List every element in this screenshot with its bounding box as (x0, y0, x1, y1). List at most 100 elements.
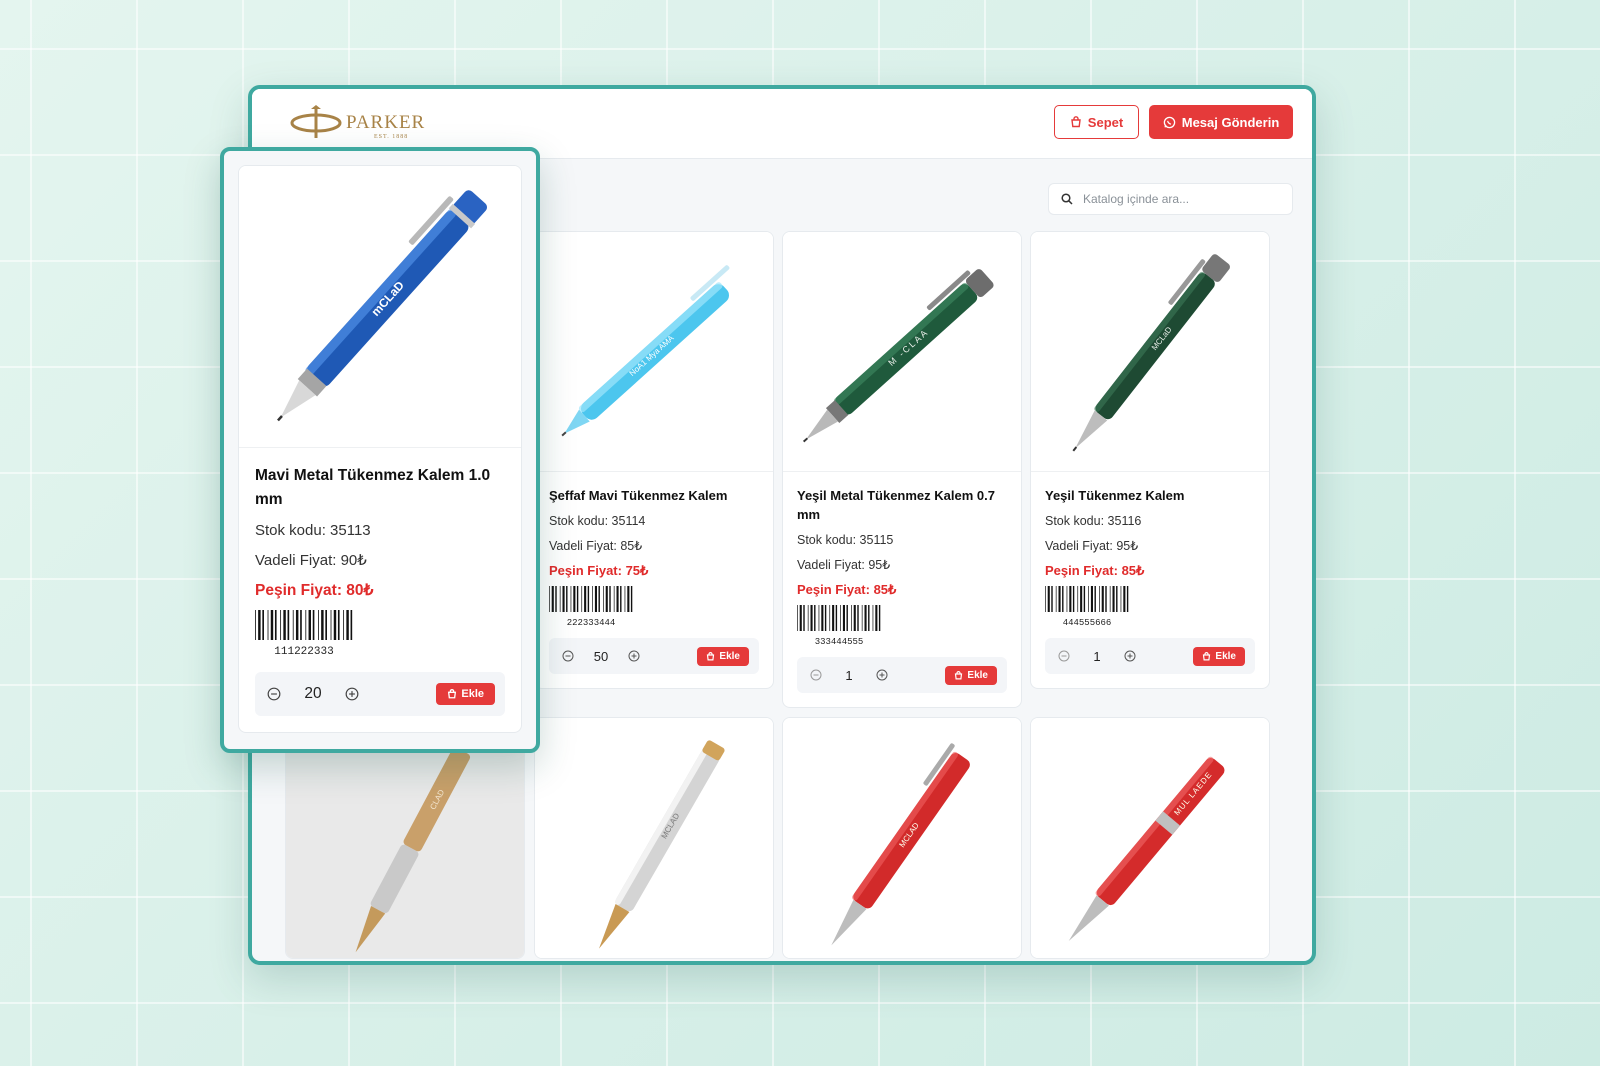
barcode-bar (803, 605, 805, 631)
quantity-value[interactable]: 1 (1073, 649, 1121, 664)
increase-quantity-button[interactable] (873, 666, 891, 684)
barcode-bar (295, 610, 299, 640)
product-image[interactable]: mCLaD (239, 166, 521, 448)
product-image[interactable]: NoA1 Mya AMA (535, 232, 773, 472)
deferred-price: Vadeli Fiyat: 95₺ (1045, 539, 1139, 553)
barcode-bar (346, 610, 349, 640)
decrease-quantity-button[interactable] (1055, 647, 1073, 665)
logo-text: PARKER (346, 112, 426, 133)
increase-quantity-button[interactable] (343, 685, 361, 703)
add-to-cart-button[interactable]: Ekle (1193, 647, 1245, 666)
increase-quantity-button[interactable] (625, 647, 643, 665)
product-image[interactable]: M -CLAA (783, 232, 1021, 472)
increase-quantity-button[interactable] (1121, 647, 1139, 665)
product-name[interactable]: Şeffaf Mavi Tükenmez Kalem (549, 486, 759, 505)
product-card: M -CLAA Yeşil Metal Tükenmez Kalem 0.7 m… (782, 231, 1022, 708)
decrease-quantity-button[interactable] (559, 647, 577, 665)
send-message-button[interactable]: Mesaj Gönderin (1149, 105, 1293, 139)
barcode-bar (821, 605, 824, 631)
plus-circle-icon (628, 650, 640, 662)
barcode-bar (853, 605, 856, 631)
pen-engraving: NoA1 Mya AMA (628, 333, 676, 378)
barcode-bar (1123, 586, 1126, 612)
barcode-bar (573, 586, 576, 612)
barcode-bar (255, 610, 256, 640)
pen-image: MCLAD (599, 740, 725, 949)
barcode-bar (598, 586, 600, 612)
barcode-bar (1109, 586, 1111, 612)
barcode-bar (1090, 586, 1093, 612)
barcode-bar (337, 610, 340, 640)
barcode-bar (287, 610, 290, 640)
barcode-bar (832, 605, 835, 631)
cart-icon (1203, 652, 1211, 661)
product-image[interactable]: MCLaD (1031, 232, 1269, 472)
cart-icon (1071, 116, 1081, 128)
quantity-value[interactable]: 50 (577, 649, 625, 664)
barcode: 111222333 (255, 610, 353, 658)
barcode-bar (799, 605, 802, 631)
stock-code: Stok kodu: 35115 (797, 533, 894, 547)
catalog-search[interactable] (1048, 183, 1293, 215)
barcode-number: 444555666 (1062, 618, 1112, 628)
barcode-bar (872, 605, 874, 631)
zoomed-product-card: mCLaD Mavi Metal Tükenmez Kalem 1.0 mm S… (220, 147, 540, 753)
quantity-value[interactable]: 1 (825, 668, 873, 683)
barcode-bar (868, 605, 870, 631)
barcode-bars (1045, 586, 1129, 612)
barcode-bar (559, 586, 561, 612)
barcode-bar (555, 586, 557, 612)
pen-image: MCLAD (831, 743, 970, 946)
barcode-bar (1058, 586, 1061, 612)
barcode-bar (594, 586, 597, 612)
quantity-value[interactable]: 20 (283, 685, 343, 703)
decrease-quantity-button[interactable] (265, 685, 283, 703)
pen-image: M -CLAA (802, 269, 994, 443)
barcode-bar (864, 605, 867, 631)
add-to-cart-button[interactable]: Ekle (945, 666, 997, 685)
parker-logo[interactable]: PARKER EST. 1888 (284, 105, 444, 141)
cart-button[interactable]: Sepet (1054, 105, 1139, 139)
search-input[interactable] (1083, 192, 1273, 206)
barcode-bar (581, 586, 583, 612)
barcode-bar (1051, 586, 1053, 612)
stock-code: Stok kodu: 35114 (549, 514, 646, 528)
barcode-bar (343, 610, 345, 640)
barcode-bar (835, 605, 838, 631)
cash-price: Peşin Fiyat: 80₺ (255, 582, 374, 599)
cash-price: Peşin Fiyat: 75₺ (549, 563, 649, 578)
deferred-price: Vadeli Fiyat: 95₺ (797, 558, 891, 572)
barcode-bar (616, 586, 619, 612)
product-name[interactable]: Mavi Metal Tükenmez Kalem 1.0 mm (255, 464, 505, 512)
barcode-bar (1120, 586, 1122, 612)
barcode-bar (280, 610, 282, 640)
add-to-cart-button[interactable]: Ekle (697, 647, 749, 666)
cash-price: Peşin Fiyat: 85₺ (1045, 563, 1145, 578)
deferred-price: Vadeli Fiyat: 90₺ (255, 552, 367, 569)
barcode-bar (1066, 586, 1068, 612)
product-name[interactable]: Yeşil Metal Tükenmez Kalem 0.7 mm (797, 486, 1007, 524)
barcode-bar (300, 610, 302, 640)
barcode-bar (875, 605, 878, 631)
decrease-quantity-button[interactable] (807, 666, 825, 684)
product-image[interactable]: MCLAD (535, 718, 773, 958)
barcode-bar (321, 610, 324, 640)
barcode-bar (1088, 586, 1089, 612)
product-image[interactable]: CLAD (286, 718, 524, 958)
product-image[interactable]: MUL LAEDE (1031, 718, 1269, 958)
plus-circle-icon (345, 687, 359, 701)
send-message-label: Mesaj Gönderin (1181, 114, 1280, 130)
quantity-stepper: 50 Ekle (549, 638, 759, 674)
quantity-stepper: 1 Ekle (1045, 638, 1255, 674)
product-image[interactable]: MCLAD (783, 718, 1021, 958)
barcode-bars (549, 586, 633, 612)
pen-image: mCLaD (277, 190, 488, 422)
product-name[interactable]: Yeşil Tükenmez Kalem (1045, 486, 1255, 505)
whatsapp-icon (1163, 116, 1175, 128)
pen-image: NoA1 Mya AMA (561, 265, 730, 437)
barcode-bars (255, 610, 353, 640)
barcode: 444555666 (1045, 586, 1129, 628)
barcode-bar (1101, 586, 1104, 612)
logo-subtitle: EST. 1888 (374, 134, 409, 140)
add-to-cart-button[interactable]: Ekle (436, 683, 495, 705)
